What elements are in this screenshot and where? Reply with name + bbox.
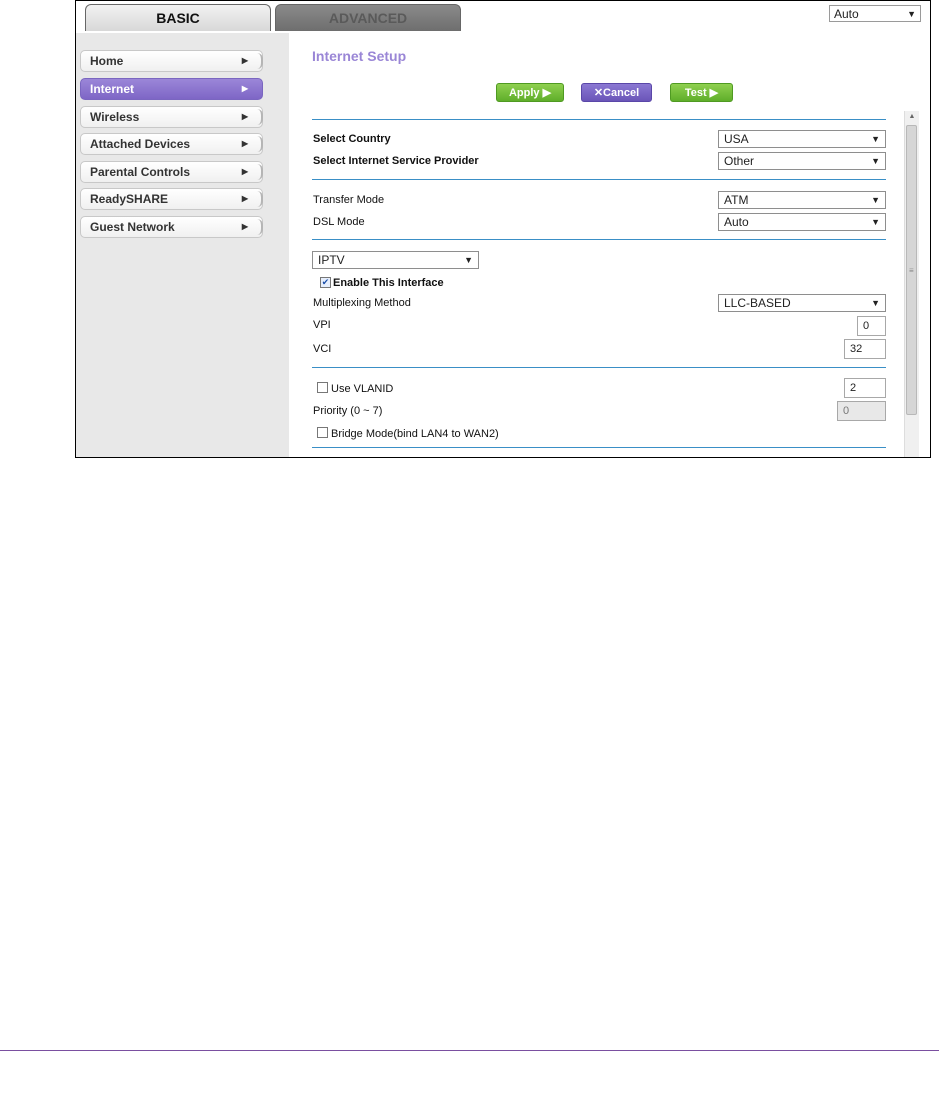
sidebar: Home ▶ Internet ▶ Wireless ▶ Attached De… xyxy=(76,33,289,457)
dsl-mode-select[interactable]: Auto ▼ xyxy=(718,213,886,231)
section-divider xyxy=(312,119,886,120)
apply-button[interactable]: Apply ▶ xyxy=(496,83,564,102)
arrow-right-icon: ▶ xyxy=(241,112,248,121)
sidebar-item-label: Guest Network xyxy=(90,220,175,234)
sidebar-item-home[interactable]: Home ▶ xyxy=(80,50,263,72)
chevron-down-icon: ▼ xyxy=(871,156,880,166)
vlanid-label: Use VLANID xyxy=(331,383,394,395)
dsl-mode-label: DSL Mode xyxy=(313,216,365,228)
vlanid-checkbox[interactable] xyxy=(317,382,328,393)
interface-select-value: IPTV xyxy=(318,253,345,267)
sidebar-item-label: Attached Devices xyxy=(90,137,191,151)
sidebar-item-label: Wireless xyxy=(90,110,140,124)
arrow-right-icon: ▶ xyxy=(241,167,248,176)
sidebar-item-label: Parental Controls xyxy=(90,165,191,179)
test-button[interactable]: Test ▶ xyxy=(670,83,733,102)
sidebar-item-label: Home xyxy=(90,54,124,68)
vpi-field[interactable]: 0 xyxy=(857,316,886,336)
enable-interface-checkbox[interactable]: ✔ xyxy=(320,277,331,288)
arrow-right-icon: ▶ xyxy=(241,56,248,65)
chevron-down-icon: ▼ xyxy=(871,217,880,227)
vertical-scrollbar[interactable]: ▲ ≡ xyxy=(904,111,919,457)
top-tab-bar: BASIC ADVANCED Auto ▼ xyxy=(76,1,930,33)
sidebar-item-label: Internet xyxy=(90,82,135,96)
grip-icon: ≡ xyxy=(909,266,914,275)
multiplexing-label: Multiplexing Method xyxy=(313,297,411,309)
priority-label: Priority (0 ~ 7) xyxy=(313,405,383,417)
multiplexing-select[interactable]: LLC-BASED ▼ xyxy=(718,294,886,312)
arrow-right-icon: ▶ xyxy=(241,84,248,93)
scroll-up-icon[interactable]: ▲ xyxy=(905,111,919,123)
arrow-right-icon: ▶ xyxy=(241,194,248,203)
tab-advanced[interactable]: ADVANCED xyxy=(275,4,461,31)
chevron-down-icon: ▼ xyxy=(464,255,473,265)
language-select-value: Auto xyxy=(834,7,859,21)
arrow-right-icon: ▶ xyxy=(241,139,248,148)
chevron-down-icon: ▼ xyxy=(871,298,880,308)
section-divider xyxy=(312,367,886,368)
bridge-mode-checkbox[interactable] xyxy=(317,427,328,438)
vci-field[interactable]: 32 xyxy=(844,339,886,359)
chevron-down-icon: ▼ xyxy=(907,9,916,19)
scrollbar-thumb[interactable]: ≡ xyxy=(906,125,917,415)
transfer-mode-value: ATM xyxy=(724,193,749,207)
bridge-mode-label: Bridge Mode(bind LAN4 to WAN2) xyxy=(331,428,499,440)
section-divider xyxy=(312,179,886,180)
multiplexing-select-value: LLC-BASED xyxy=(724,296,791,310)
page-title: Internet Setup xyxy=(312,48,407,64)
tab-basic[interactable]: BASIC xyxy=(85,4,271,31)
isp-select-value: Other xyxy=(724,154,755,168)
sidebar-item-parental-controls[interactable]: Parental Controls ▶ xyxy=(80,161,263,183)
dsl-mode-value: Auto xyxy=(724,215,749,229)
sidebar-item-readyshare[interactable]: ReadySHARE ▶ xyxy=(80,188,263,210)
section-divider xyxy=(312,239,886,240)
sidebar-item-internet[interactable]: Internet ▶ xyxy=(80,78,263,100)
isp-select[interactable]: Other ▼ xyxy=(718,152,886,170)
sidebar-item-attached-devices[interactable]: Attached Devices ▶ xyxy=(80,133,263,155)
interface-select[interactable]: IPTV ▼ xyxy=(312,251,479,269)
language-select[interactable]: Auto ▼ xyxy=(829,5,921,22)
page-footer-rule xyxy=(0,1050,939,1051)
section-divider xyxy=(312,447,886,448)
chevron-down-icon: ▼ xyxy=(871,134,880,144)
chevron-down-icon: ▼ xyxy=(871,195,880,205)
cancel-button[interactable]: ✕Cancel xyxy=(581,83,652,102)
sidebar-item-wireless[interactable]: Wireless ▶ xyxy=(80,106,263,128)
country-label: Select Country xyxy=(313,133,391,145)
vci-label: VCI xyxy=(313,343,332,355)
vpi-label: VPI xyxy=(313,319,331,331)
sidebar-item-label: ReadySHARE xyxy=(90,192,169,206)
arrow-right-icon: ▶ xyxy=(241,222,248,231)
isp-label: Select Internet Service Provider xyxy=(313,155,479,167)
country-select[interactable]: USA ▼ xyxy=(718,130,886,148)
enable-interface-label: Enable This Interface xyxy=(333,277,444,289)
sidebar-item-guest-network[interactable]: Guest Network ▶ xyxy=(80,216,263,238)
main-content: Internet Setup Apply ▶ ✕Cancel Test ▶ Se… xyxy=(289,33,930,457)
transfer-mode-select[interactable]: ATM ▼ xyxy=(718,191,886,209)
transfer-mode-label: Transfer Mode xyxy=(313,194,385,206)
router-admin-window: BASIC ADVANCED Auto ▼ Home ▶ Internet ▶ … xyxy=(75,0,931,458)
country-select-value: USA xyxy=(724,132,749,146)
vlanid-field[interactable]: 2 xyxy=(844,378,886,398)
priority-field: 0 xyxy=(837,401,886,421)
